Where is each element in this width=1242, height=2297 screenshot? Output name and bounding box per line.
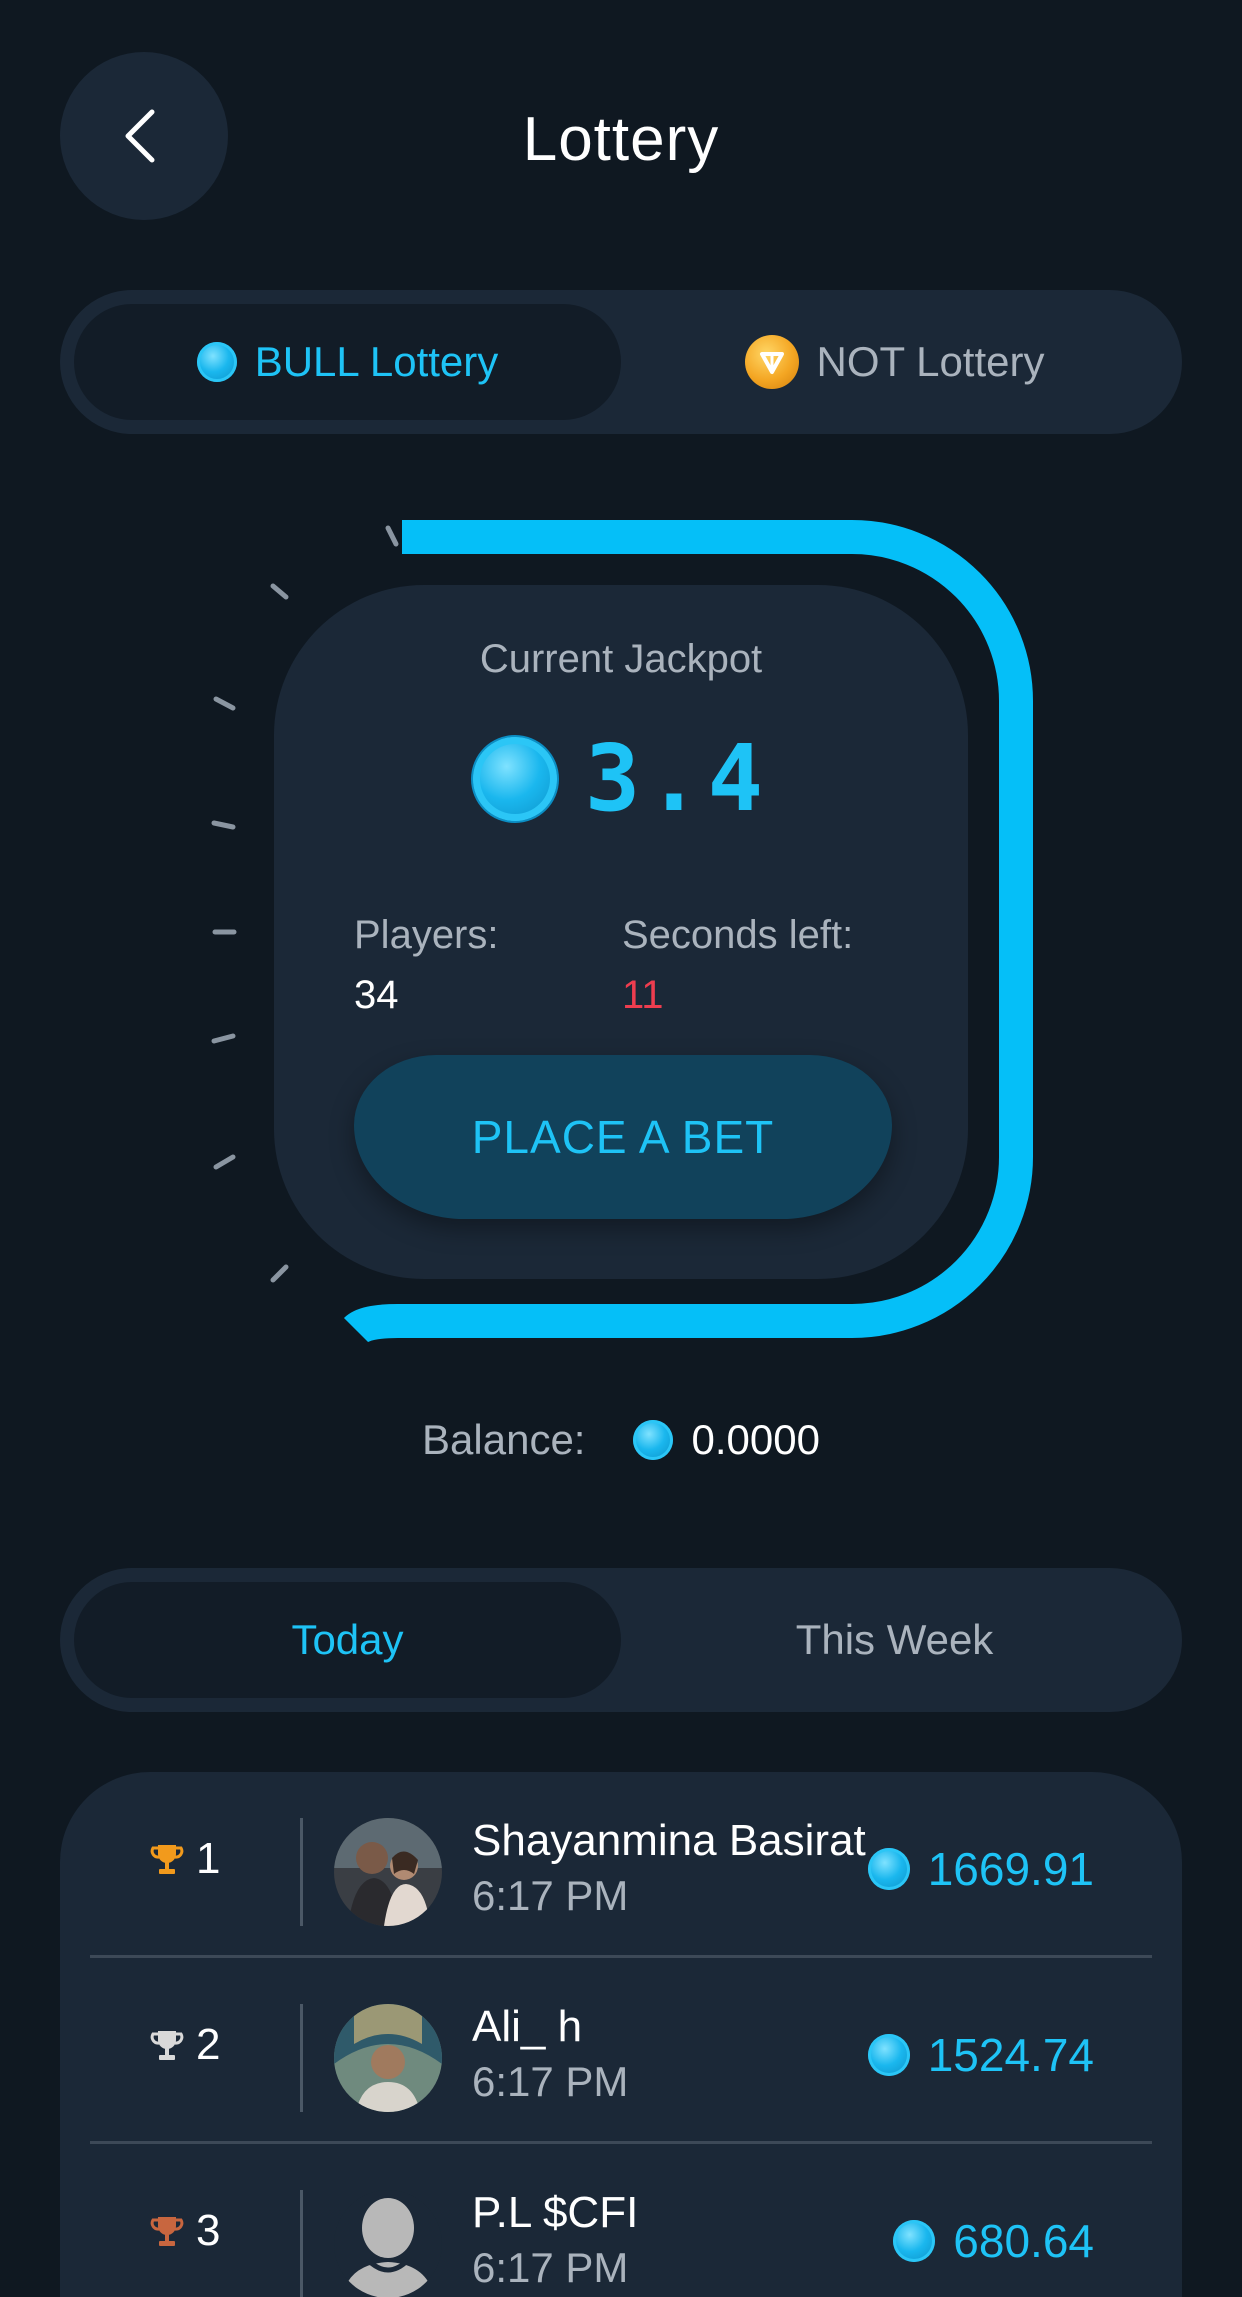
bull-coin-icon [867, 2034, 910, 2076]
balance: Balance: 0.0000 [0, 1416, 1242, 1464]
players-value: 34 [354, 973, 399, 1017]
default-avatar-icon [334, 2190, 442, 2297]
dial-tick [211, 820, 236, 830]
avatar [334, 1818, 442, 1926]
bronze-trophy-icon [150, 2217, 184, 2246]
bull-coin-icon [633, 1420, 674, 1460]
gold-trophy-icon [150, 1845, 184, 1874]
bull-coin-icon [893, 2220, 936, 2262]
player-time: 6:17 PM [472, 2244, 629, 2291]
seconds-left-label: Seconds left: [622, 913, 854, 957]
rank: 3 [150, 2206, 220, 2256]
rank-number: 1 [196, 1834, 221, 1883]
player-amount: 1524.74 [867, 2028, 1094, 2082]
player-time: 6:17 PM [472, 2058, 629, 2105]
jackpot-label: Current Jackpot [479, 637, 763, 681]
rank-number: 2 [196, 2020, 221, 2069]
jackpot-amount: 3.4 [274, 725, 968, 832]
dial-tick [211, 1033, 236, 1044]
bull-coin-icon [472, 736, 557, 821]
period-tabs: Today This Week [60, 1568, 1182, 1712]
dial-tick [213, 1154, 236, 1170]
leaderboard-row[interactable]: 3 P.L $CFI 6:17 PM 680.64 [60, 2144, 1182, 2297]
players-label: Players: [354, 913, 499, 957]
player-name: Shayanmina Basirat [472, 1816, 866, 1865]
tab-today[interactable]: Today [74, 1582, 621, 1698]
leaderboard: 1 Shayanmina Basirat 6:17 PM 1669.91 2 A… [60, 1772, 1182, 2297]
player-amount: 1669.91 [867, 1842, 1094, 1896]
player-name: Ali_ h [472, 2002, 583, 2051]
place-bet-button[interactable]: PLACE A BET [354, 1055, 892, 1219]
rank-number: 3 [196, 2206, 221, 2255]
leaderboard-row[interactable]: 1 Shayanmina Basirat 6:17 PM 1669.91 [60, 1772, 1182, 1958]
avatar [334, 2004, 442, 2112]
balance-label: Balance: [422, 1416, 586, 1463]
player-time: 6:17 PM [472, 1872, 629, 1919]
jackpot-value: 3.4 [584, 725, 770, 832]
amount-value: 1524.74 [927, 2029, 1094, 2081]
seconds-left-value: 11 [622, 973, 664, 1017]
divider [300, 2004, 303, 2112]
divider [300, 2190, 303, 2297]
player-name: P.L $CFI [472, 2188, 639, 2237]
divider [300, 1818, 303, 1926]
bull-coin-icon [867, 1848, 910, 1890]
leaderboard-row[interactable]: 2 Ali_ h 6:17 PM 1524.74 [60, 1958, 1182, 2144]
amount-value: 1669.91 [927, 1843, 1094, 1895]
dial-tick [270, 583, 289, 600]
tab-this-week[interactable]: This Week [621, 1582, 1168, 1698]
rank: 2 [150, 2020, 220, 2070]
silver-trophy-icon [150, 2031, 184, 2060]
dial-tick [213, 696, 236, 711]
dial-tick [385, 525, 399, 547]
player-amount: 680.64 [893, 2214, 1094, 2268]
tab-label: This Week [795, 1616, 994, 1663]
rank: 1 [150, 1834, 220, 1884]
amount-value: 680.64 [953, 2215, 1094, 2267]
balance-value: 0.0000 [691, 1416, 820, 1463]
tab-label: Today [291, 1616, 404, 1663]
jackpot-card: Current Jackpot 3.4 Players: 34 Seconds … [274, 585, 968, 1279]
dial-tick [270, 1264, 289, 1283]
